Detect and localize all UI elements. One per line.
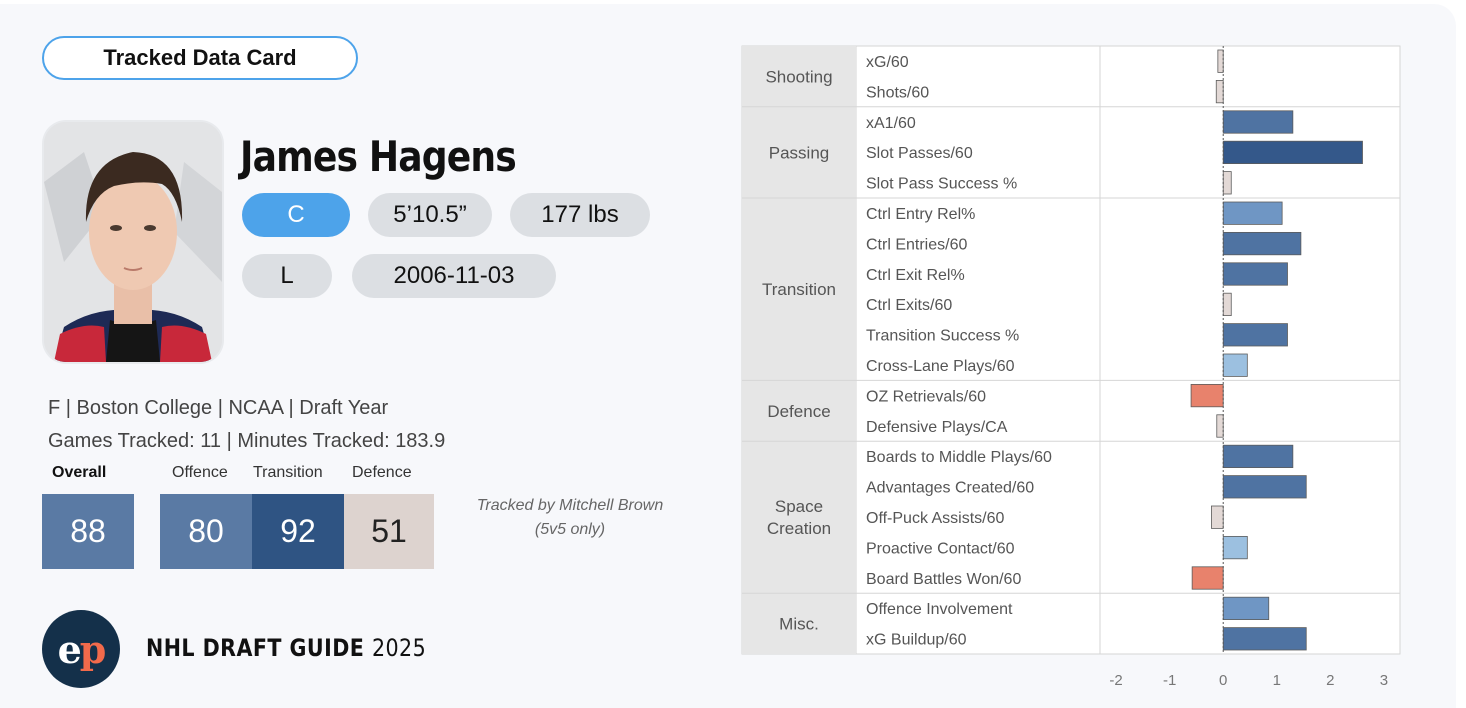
metric-defensive-plays-ca-label: Defensive Plays/CA: [866, 419, 1008, 436]
metric-ctrl-exit-rel-bar: [1222, 262, 1288, 286]
metric-xa1-60-bar: [1222, 110, 1294, 134]
category-misc-label: Misc.: [779, 615, 819, 634]
tracked-scope-text: (5v5 only): [534, 521, 606, 538]
metric-slot-pass-success-label: Slot Pass Success %: [866, 176, 1017, 193]
metric-boards-to-middle-plays-60-label: Boards to Middle Plays/60: [866, 449, 1052, 466]
metric-slot-pass-success-bar: [1222, 171, 1232, 195]
x-tick-label: 1: [1273, 672, 1281, 689]
metric-ctrl-entry-rel-label: Ctrl Entry Rel%: [866, 206, 975, 223]
metric-ctrl-entries-60-label: Ctrl Entries/60: [866, 236, 967, 253]
category-space-creation-band: [742, 441, 856, 594]
metric-off-puck-assists-60-label: Off-Puck Assists/60: [866, 510, 1005, 527]
offence-score: 80: [160, 494, 252, 569]
ep-logo: ep: [42, 610, 120, 688]
player-portrait-image: [44, 122, 222, 362]
player-name: James Hagens: [240, 132, 517, 181]
x-tick-label: 2: [1326, 672, 1334, 689]
guide-year-text: 2025: [371, 634, 427, 662]
metric-proactive-contact-60-label: Proactive Contact/60: [866, 540, 1015, 557]
metric-ctrl-entry-rel-bar: [1222, 201, 1283, 225]
metric-transition-success-label: Transition Success %: [866, 328, 1019, 345]
metric-xg-60-label: xG/60: [866, 54, 909, 71]
overall-label: Overall: [52, 464, 107, 481]
category-defence-label: Defence: [767, 402, 830, 421]
category-transition-label: Transition: [762, 280, 836, 299]
metric-ctrl-exits-60-bar: [1222, 292, 1232, 317]
x-tick-label: -2: [1109, 672, 1122, 689]
metric-proactive-contact-60-bar: [1222, 535, 1248, 560]
tracked-by-text: Tracked by Mitchell Brown: [476, 497, 664, 514]
metric-xa1-60-label: xA1/60: [866, 115, 916, 132]
tracked-by-note: Tracked by Mitchell Brown (5v5 only): [452, 494, 688, 542]
overall-score: 88: [42, 494, 134, 569]
offence-label: Offence: [172, 464, 228, 481]
metric-offence-involvement-bar: [1222, 596, 1270, 621]
metric-ctrl-entries-60-bar: [1222, 231, 1302, 256]
x-tick-label: 0: [1219, 672, 1227, 689]
metric-shots-60-bar: [1215, 80, 1224, 104]
metric-xg-60-bar: [1217, 49, 1224, 73]
metric-boards-to-middle-plays-60-bar: [1222, 444, 1294, 469]
guide-title-text: NHL DRAFT GUIDE: [146, 634, 365, 662]
defence-score: 51: [344, 494, 434, 569]
metric-oz-retrievals-60-bar: [1190, 383, 1224, 408]
dob-pill: 2006-11-03: [352, 254, 556, 298]
logo-letter-e: e: [57, 626, 82, 672]
metric-shots-60-label: Shots/60: [866, 84, 929, 101]
player-photo: [44, 122, 222, 362]
tracking-meta-line: Games Tracked: 11 | Minutes Tracked: 183…: [48, 430, 446, 452]
metric-cross-lane-plays-60-label: Cross-Lane Plays/60: [866, 358, 1015, 375]
metric-slot-passes-60-bar: [1222, 140, 1363, 164]
metric-cross-lane-plays-60-bar: [1222, 353, 1248, 377]
weight-pill: 177 lbs: [510, 193, 650, 237]
transition-score: 92: [252, 494, 344, 569]
metric-slot-passes-60-label: Slot Passes/60: [866, 145, 973, 162]
position-pill: C: [242, 193, 350, 237]
metric-xg-buildup-60-label: xG Buildup/60: [866, 632, 967, 649]
metric-transition-success-bar: [1222, 323, 1288, 347]
metric-board-battles-won-60-label: Board Battles Won/60: [866, 571, 1021, 588]
metric-ctrl-exits-60-label: Ctrl Exits/60: [866, 297, 952, 314]
category-shooting-label: Shooting: [765, 67, 832, 86]
x-tick-label: 3: [1380, 672, 1388, 689]
logo-letter-p: p: [79, 626, 107, 672]
category-passing-label: Passing: [769, 143, 829, 162]
card-tag: Tracked Data Card: [42, 36, 358, 80]
metric-oz-retrievals-60-label: OZ Retrievals/60: [866, 388, 986, 405]
metric-ctrl-exit-rel-label: Ctrl Exit Rel%: [866, 267, 965, 284]
category-space-creation-label: Creation: [767, 519, 831, 538]
player-meta-line: F | Boston College | NCAA | Draft Year: [48, 397, 389, 419]
metric-defensive-plays-ca-bar: [1216, 414, 1224, 438]
transition-label: Transition: [253, 464, 323, 481]
metric-offence-involvement-label: Offence Involvement: [866, 601, 1013, 618]
metric-advantages-created-60-bar: [1222, 475, 1307, 499]
x-tick-label: -1: [1163, 672, 1176, 689]
metrics-bar-chart: Shooting xG/60 Shots/60 Passing xA1/60 Slot P…: [741, 45, 1401, 689]
metric-advantages-created-60-label: Advantages Created/60: [866, 480, 1034, 497]
shoots-pill: L: [242, 254, 332, 298]
metric-xg-buildup-60-bar: [1222, 627, 1307, 651]
metric-board-battles-won-60-bar: [1191, 566, 1224, 590]
category-space-creation-label: Space: [775, 497, 823, 516]
draft-guide-title: NHL DRAFT GUIDE 2025: [146, 634, 426, 662]
height-pill: 5’10.5”: [368, 193, 492, 237]
defence-label: Defence: [352, 464, 412, 481]
metric-off-puck-assists-60-bar: [1211, 505, 1224, 529]
